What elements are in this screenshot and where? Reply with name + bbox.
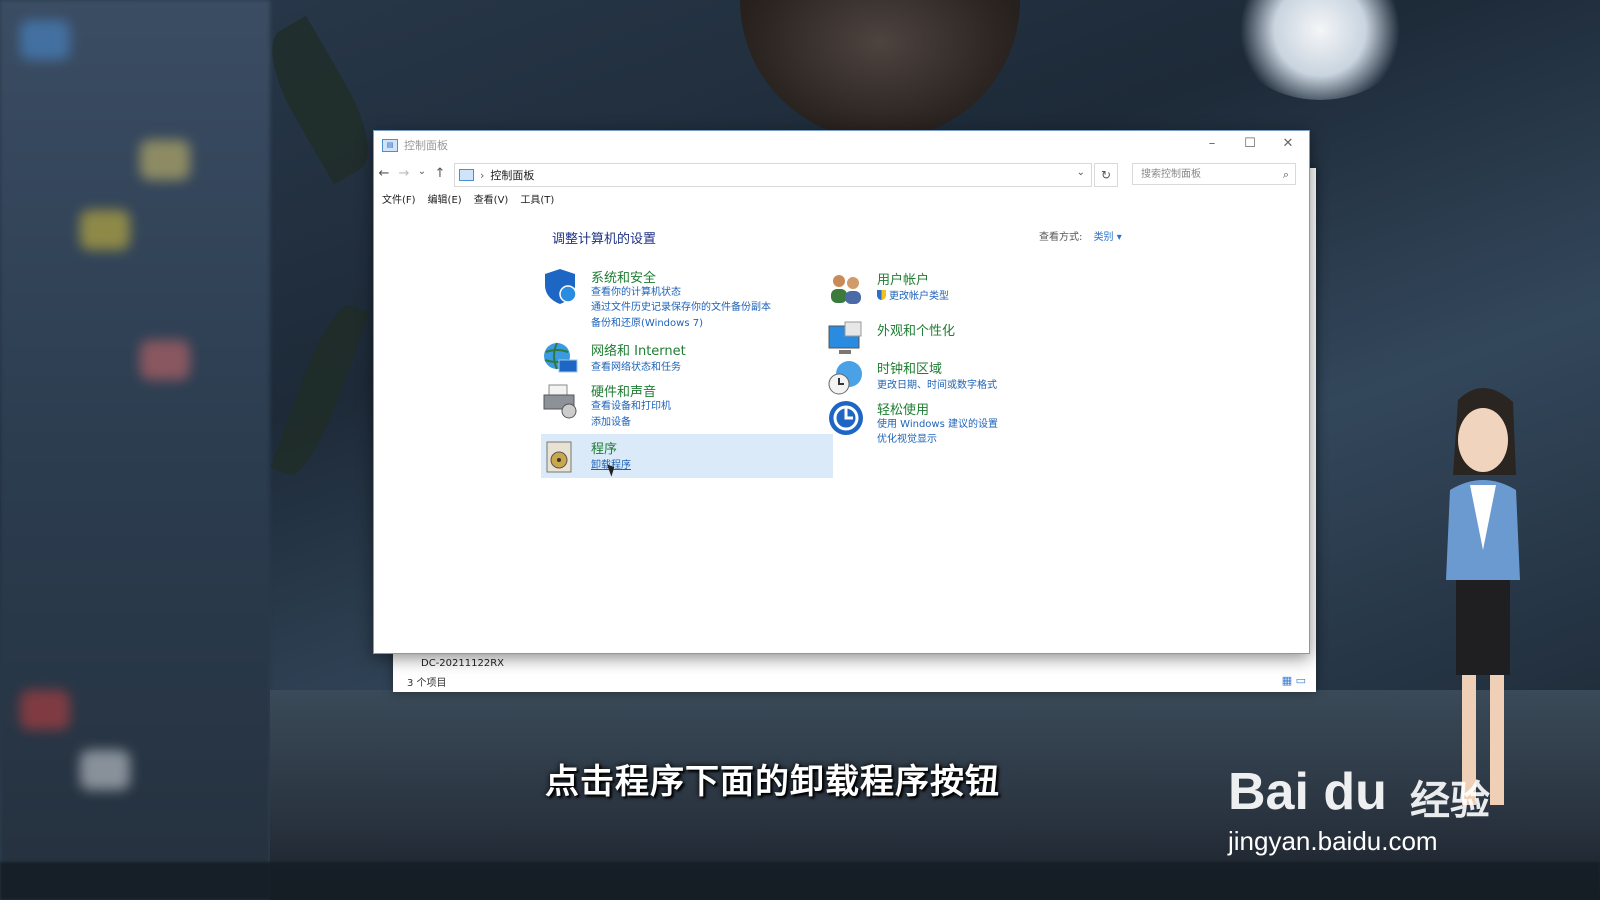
navigation-bar: ← → ⌄ ↑ › 控制面板 ⌄ ↻ 搜索控制面板 ⌕ [374,161,1309,189]
category-title[interactable]: 时钟和区域 [877,358,942,377]
breadcrumb-separator: › [480,168,485,182]
link-recommended-settings[interactable]: 使用 Windows 建议的设置 [877,415,998,430]
video-subtitle: 点击程序下面的卸载程序按钮 [545,762,1000,802]
category-title[interactable]: 外观和个性化 [877,320,955,339]
clock-globe-icon [828,361,862,395]
desktop-icon [140,340,190,380]
recent-locations-chevron-icon[interactable]: ⌄ [414,166,430,177]
link-backup-restore[interactable]: 备份和还原(Windows 7) [591,314,703,329]
category-title[interactable]: 程序 [591,438,617,457]
status-item-count: 3 个项目 [407,678,447,689]
address-dropdown-chevron-icon[interactable]: ⌄ [1077,167,1085,178]
desktop-icon [20,20,70,60]
blurred-desktop-icons [0,0,270,900]
pc-name: DC-20211122RX [421,658,504,669]
page-title: 调整计算机的设置 [552,232,657,247]
taskbar [0,862,1600,900]
refresh-button[interactable]: ↻ [1094,163,1118,187]
desktop-icon [140,140,190,180]
uac-shield-icon [877,290,886,300]
wallpaper-figure [740,0,1020,140]
ease-of-access-icon [829,401,863,435]
breadcrumb-control-panel[interactable]: 控制面板 [490,167,534,183]
control-panel-icon [459,169,474,181]
leaf [270,298,370,482]
link-change-account-type[interactable]: 更改帐户类型 [877,287,949,302]
control-panel-window: ▤ 控制面板 – ☐ ✕ ← → ⌄ ↑ › 控制面板 ⌄ ↻ 搜索控制面板 ⌕… [373,130,1310,654]
search-input[interactable]: 搜索控制面板 ⌕ [1132,163,1296,185]
shield-icon [545,269,577,304]
link-optimize-visual[interactable]: 优化视觉显示 [877,430,937,445]
category-title[interactable]: 网络和 Internet [591,340,686,359]
address-bar[interactable]: › 控制面板 ⌄ [454,163,1092,187]
desktop-icon [80,750,130,790]
jingyan-logo-text: 经验 [1410,778,1490,824]
link-file-history[interactable]: 通过文件历史记录保存你的文件备份副本 [591,298,771,313]
programs-disc-icon [546,441,572,473]
desktop-icon [80,210,130,250]
moon [1230,0,1410,100]
view-toggle-icon[interactable]: ▦ ▭ [1282,674,1306,687]
background-status-bar: DC-20211122RX 3 个项目 ▦ ▭ [393,658,1316,692]
leaf [254,15,386,185]
link-add-device[interactable]: 添加设备 [591,413,631,428]
watermark-url: jingyan.baidu.com [1228,826,1438,856]
globe-network-icon [544,342,578,373]
view-by: 查看方式: 类别 ▾ [1039,228,1122,243]
control-panel-icon: ▤ [382,138,398,152]
link-change-account-type-label: 更改帐户类型 [889,291,949,302]
view-by-dropdown[interactable]: 类别 ▾ [1094,232,1122,243]
category-title[interactable]: 用户帐户 [877,269,929,288]
view-by-label: 查看方式: [1039,232,1083,243]
search-icon[interactable]: ⌕ [1283,164,1289,186]
title-bar[interactable]: ▤ 控制面板 – ☐ ✕ [374,131,1309,159]
maximize-button[interactable]: ☐ [1231,131,1269,159]
search-placeholder: 搜索控制面板 [1141,169,1201,180]
menu-edit[interactable]: 编辑(E) [422,191,468,211]
menu-tools[interactable]: 工具(T) [514,191,560,211]
programs-highlight [541,434,833,478]
window-title: 控制面板 [404,139,448,152]
menu-bar: 文件(F) 编辑(E) 查看(V) 工具(T) [374,191,1309,211]
forward-arrow-icon[interactable]: → [396,166,412,181]
up-arrow-icon[interactable]: ↑ [432,166,448,181]
users-icon [831,275,861,304]
link-date-time-format[interactable]: 更改日期、时间或数字格式 [877,376,997,391]
link-check-status[interactable]: 查看你的计算机状态 [591,283,681,298]
link-devices-printers[interactable]: 查看设备和打印机 [591,397,671,412]
desktop-icon [20,690,70,730]
menu-view[interactable]: 查看(V) [468,191,515,211]
minimize-button[interactable]: – [1193,131,1231,159]
baidu-logo-text: Bai du [1228,763,1387,821]
close-button[interactable]: ✕ [1269,131,1307,159]
presenter-avatar [1446,387,1520,805]
link-network-status[interactable]: 查看网络状态和任务 [591,358,681,373]
printer-icon [543,384,577,419]
back-arrow-icon[interactable]: ← [376,166,392,181]
menu-file[interactable]: 文件(F) [374,191,422,211]
monitor-personalization-icon [828,321,862,354]
